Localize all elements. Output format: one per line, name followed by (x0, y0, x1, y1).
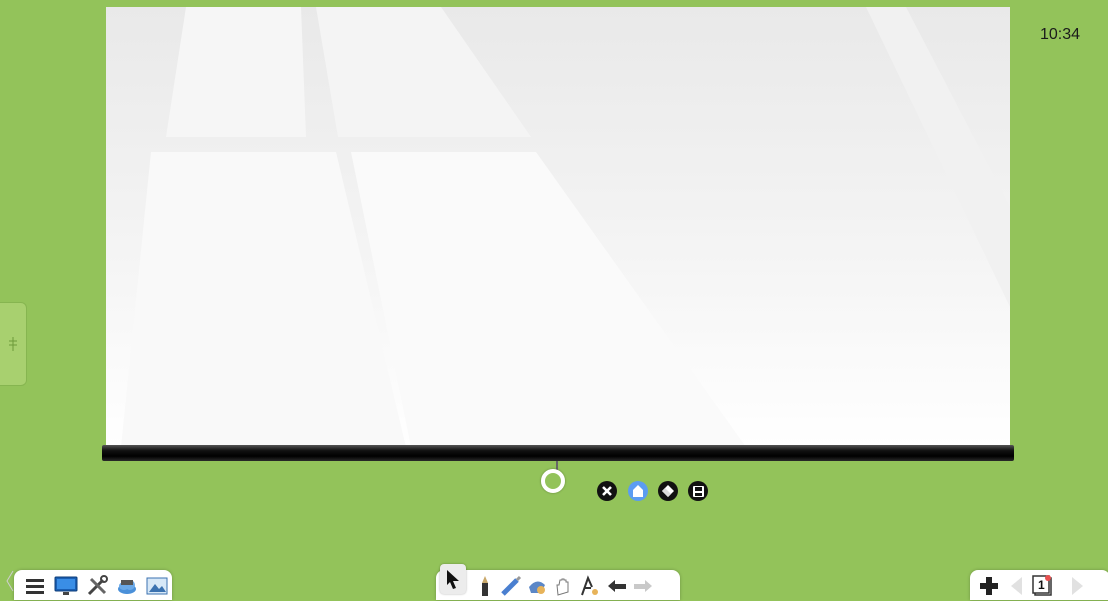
eraser-icon (529, 581, 545, 594)
desktop-icon (54, 576, 78, 595)
pen-up-icon (633, 485, 643, 497)
prev-page-button[interactable] (1006, 575, 1028, 597)
image-button[interactable] (146, 575, 168, 597)
menu-icon (26, 579, 44, 594)
add-page-button[interactable] (978, 575, 1000, 597)
add-icon (980, 577, 998, 595)
desktop-button[interactable] (54, 575, 78, 597)
hand-button[interactable] (552, 575, 574, 597)
chevron-left-icon (6, 570, 14, 592)
screen-roller-bar (102, 445, 1014, 461)
redo-icon (634, 580, 652, 592)
screen-reflection (121, 7, 1010, 447)
prev-page-icon (1011, 577, 1022, 595)
pen-button[interactable] (474, 575, 496, 597)
handwriting-button[interactable] (578, 575, 600, 597)
save-button[interactable] (688, 481, 708, 501)
next-page-icon (1072, 577, 1083, 595)
undo-button[interactable] (606, 575, 628, 597)
pen-up-button[interactable] (628, 481, 648, 501)
hand-icon (556, 578, 569, 596)
left-edge-arrow[interactable] (6, 570, 14, 596)
page-indicator[interactable]: 1 (1032, 575, 1054, 597)
brush-icon (501, 575, 522, 596)
page-number: 1 (1038, 578, 1045, 592)
tools-button[interactable] (86, 575, 108, 597)
next-page-button[interactable] (1066, 575, 1088, 597)
cloud-icon (118, 580, 136, 594)
side-panel-handle[interactable] (0, 302, 27, 386)
redo-button[interactable] (632, 575, 654, 597)
pen-icon (482, 576, 488, 596)
projector-screen[interactable] (106, 7, 1010, 447)
eraser-tool-button[interactable] (526, 575, 548, 597)
left-toolbar (14, 570, 172, 600)
handwriting-icon (581, 575, 598, 596)
handle-grip-icon (9, 337, 17, 351)
eraser-button[interactable] (658, 481, 678, 501)
select-button[interactable] (440, 564, 466, 594)
save-icon (692, 485, 704, 497)
right-toolbar: 1 (970, 570, 1108, 600)
close-button[interactable] (597, 481, 617, 501)
brush-button[interactable] (500, 575, 522, 597)
pull-ring-handle[interactable] (541, 469, 565, 493)
clock: 10:34 (1040, 26, 1081, 43)
menu-button[interactable] (24, 575, 46, 597)
center-toolbar (436, 564, 680, 600)
image-icon (146, 577, 168, 595)
undo-icon (608, 580, 626, 592)
eraser-icon (662, 485, 674, 497)
select-arrow-icon (447, 570, 459, 589)
cloud-button[interactable] (116, 575, 138, 597)
tools-icon (87, 575, 108, 596)
close-icon (602, 486, 612, 496)
